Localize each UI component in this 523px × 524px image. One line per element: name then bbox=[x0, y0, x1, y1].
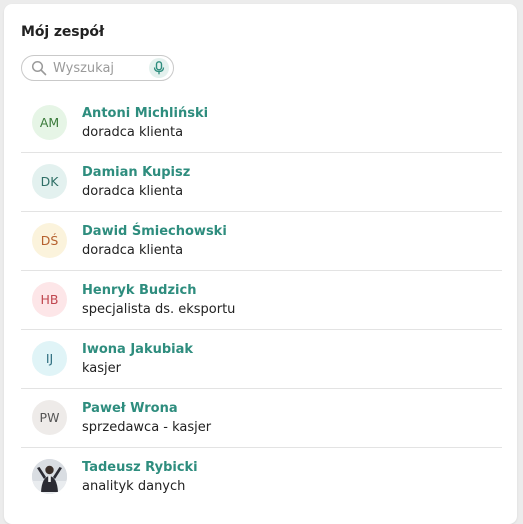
team-member-row[interactable]: DŚ Dawid Śmiechowski doradca klienta bbox=[21, 212, 502, 271]
member-name[interactable]: Tadeusz Rybicki bbox=[82, 460, 198, 475]
member-name[interactable]: Antoni Michliński bbox=[82, 106, 208, 121]
avatar-photo bbox=[32, 459, 67, 494]
voice-search-button[interactable] bbox=[149, 58, 169, 78]
team-member-row[interactable]: PW Paweł Wrona sprzedawca - kasjer bbox=[21, 389, 502, 448]
member-name[interactable]: Henryk Budzich bbox=[82, 283, 196, 298]
avatar: IJ bbox=[32, 341, 67, 376]
avatar: DŚ bbox=[32, 223, 67, 258]
member-role: doradca klienta bbox=[82, 125, 184, 140]
member-role: sprzedawca - kasjer bbox=[82, 420, 212, 435]
member-role: analityk danych bbox=[82, 479, 186, 494]
avatar: PW bbox=[32, 400, 67, 435]
avatar: HB bbox=[32, 282, 67, 317]
member-name[interactable]: Paweł Wrona bbox=[82, 401, 178, 416]
team-member-row[interactable]: Tadeusz Rybicki analityk danych bbox=[21, 448, 502, 506]
team-panel: Mój zespół AM Antoni Michliński doradca kl… bbox=[4, 4, 517, 524]
search-input[interactable] bbox=[53, 60, 141, 77]
avatar: DK bbox=[32, 164, 67, 199]
team-list: AM Antoni Michliński doradca klienta DK Dami… bbox=[21, 94, 502, 506]
member-name[interactable]: Damian Kupisz bbox=[82, 165, 190, 180]
microphone-icon bbox=[153, 61, 165, 75]
member-role: doradca klienta bbox=[82, 184, 184, 199]
member-role: doradca klienta bbox=[82, 243, 184, 258]
member-name[interactable]: Dawid Śmiechowski bbox=[82, 224, 227, 239]
search-box[interactable] bbox=[21, 55, 174, 81]
team-member-row[interactable]: DK Damian Kupisz doradca klienta bbox=[21, 153, 502, 212]
team-member-row[interactable]: AM Antoni Michliński doradca klienta bbox=[21, 94, 502, 153]
panel-title: Mój zespół bbox=[21, 24, 105, 40]
member-name[interactable]: Iwona Jakubiak bbox=[82, 342, 193, 357]
team-member-row[interactable]: IJ Iwona Jakubiak kasjer bbox=[21, 330, 502, 389]
member-role: kasjer bbox=[82, 361, 121, 376]
team-member-row[interactable]: HB Henryk Budzich specjalista ds. eksportu bbox=[21, 271, 502, 330]
search-icon bbox=[31, 60, 47, 80]
avatar: AM bbox=[32, 105, 67, 140]
member-role: specjalista ds. eksportu bbox=[82, 302, 236, 317]
